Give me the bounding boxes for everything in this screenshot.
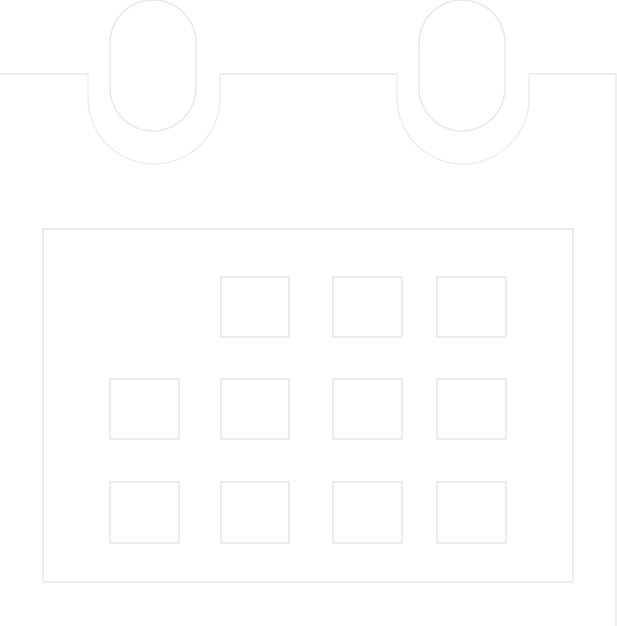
- binder-ring-left-inner: [109, 0, 197, 132]
- binder-ring-right-inner: [418, 0, 506, 132]
- date-cell: [109, 378, 180, 440]
- date-cell: [332, 378, 403, 440]
- date-cell: [332, 481, 403, 544]
- date-cell: [436, 378, 507, 440]
- date-cell: [220, 481, 290, 544]
- date-cell: [220, 276, 290, 338]
- date-cell: [109, 481, 180, 544]
- date-cell: [220, 378, 290, 440]
- calendar-icon-canvas: [0, 0, 617, 626]
- date-cell: [436, 276, 507, 338]
- calendar-icon: [0, 0, 617, 626]
- date-cell: [436, 481, 507, 544]
- date-cell: [332, 276, 403, 338]
